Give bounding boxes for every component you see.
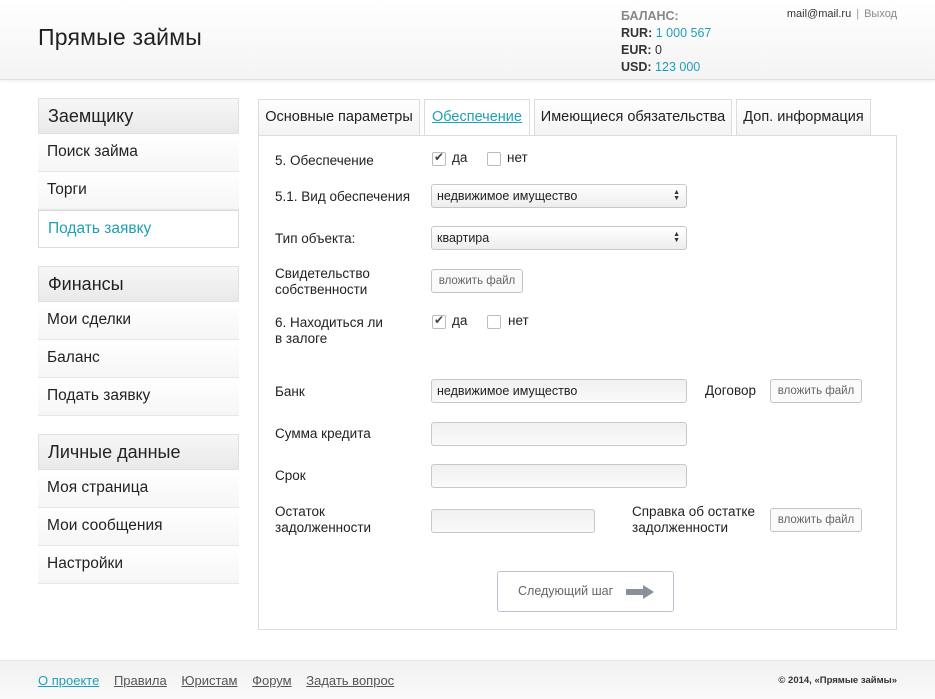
security-type-label: 5.1. Вид обеспечения	[275, 189, 411, 204]
sidebar-group-finance: Финансы Мои сделки Баланс Подать заявку	[38, 266, 239, 416]
copyright: © 2014, «Прямые займы»	[778, 675, 897, 686]
user-bar: mail@mail.ru | Выход	[787, 8, 897, 20]
sidebar-group-borrower: Заемщику Поиск займа Торги Подать заявку	[38, 98, 239, 248]
pledge-yes-checkbox[interactable]	[432, 313, 446, 329]
sidebar-group-personal: Личные данные Моя страница Мои сообщения…	[38, 434, 239, 584]
credit-sum-input[interactable]	[431, 422, 687, 446]
certificate-label: Свидетельство собственности	[275, 266, 370, 297]
balance-title: БАЛАНС:	[621, 9, 679, 23]
pledge-no-label: нет	[508, 313, 529, 328]
balance-rur-amount: 1 000 567	[655, 26, 712, 40]
pledge-yes-label: да	[452, 313, 468, 328]
security-yes-label: да	[452, 150, 468, 165]
sidebar-item-loan-search[interactable]: Поиск займа	[38, 134, 239, 172]
sidebar: Заемщику Поиск займа Торги Подать заявку…	[38, 98, 239, 602]
contract-attach-button[interactable]: вложить файл	[770, 379, 862, 403]
footer-link-ask-question[interactable]: Задать вопрос	[306, 673, 394, 688]
footer-links: О проекте Правила Юристам Форум Задать в…	[38, 673, 405, 688]
term-input[interactable]	[431, 464, 687, 488]
object-type-select[interactable]: квартира ▲ ▼	[431, 226, 687, 250]
sidebar-item-submit-application-2[interactable]: Подать заявку	[38, 378, 239, 416]
footer-link-forum[interactable]: Форум	[252, 673, 292, 688]
security-no-label: нет	[507, 150, 528, 165]
sidebar-item-submit-application[interactable]: Подать заявку	[38, 210, 239, 248]
logout-link[interactable]: Выход	[864, 8, 897, 20]
user-email[interactable]: mail@mail.ru	[787, 8, 851, 20]
tab-existing-obligations[interactable]: Имеющиеся обязательства	[534, 99, 732, 136]
balance-usd: USD: 123 000	[621, 60, 701, 74]
tab-additional-info[interactable]: Доп. информация	[736, 99, 871, 136]
security-type-select[interactable]: недвижимое имущество ▲ ▼	[431, 184, 687, 208]
debt-certificate-label: Справка об остатке задолженности	[632, 504, 755, 535]
sidebar-item-auctions[interactable]: Торги	[38, 172, 239, 210]
debt-certificate-attach-button[interactable]: вложить файл	[770, 508, 862, 532]
sidebar-heading: Личные данные	[38, 434, 239, 470]
security-form-panel: 5. Обеспечение да нет 5.1. Вид обеспечен…	[258, 135, 897, 630]
next-step-label: Следующий шаг	[518, 584, 614, 598]
security-yes-checkbox[interactable]	[432, 150, 446, 166]
sidebar-item-my-page[interactable]: Моя страница	[38, 470, 239, 508]
select-arrows-icon: ▲ ▼	[673, 189, 680, 202]
balance-usd-amount: 123 000	[655, 60, 701, 74]
tab-security[interactable]: Обеспечение	[424, 99, 530, 137]
sidebar-heading: Финансы	[38, 266, 239, 302]
tab-main-parameters[interactable]: Основные параметры	[258, 99, 420, 136]
balance-rur: RUR: 1 000 567	[621, 26, 712, 40]
sidebar-item-settings[interactable]: Настройки	[38, 546, 239, 584]
term-label: Срок	[275, 468, 306, 483]
site-logo[interactable]: Прямые займы	[38, 24, 202, 51]
bank-input[interactable]: недвижимое имущество	[431, 379, 687, 403]
credit-sum-label: Сумма кредита	[275, 426, 371, 441]
pledge-no-checkbox[interactable]	[487, 315, 501, 329]
sidebar-heading: Заемщику	[38, 98, 239, 134]
balance-eur: EUR: 0	[621, 43, 662, 57]
header: Прямые займы БАЛАНС: RUR: 1 000 567 EUR:…	[0, 0, 935, 80]
footer-link-lawyers[interactable]: Юристам	[181, 673, 237, 688]
footer: О проекте Правила Юристам Форум Задать в…	[0, 660, 935, 699]
balance-eur-amount: 0	[655, 43, 662, 57]
arrow-right-icon	[626, 585, 654, 599]
sidebar-item-my-deals[interactable]: Мои сделки	[38, 302, 239, 340]
debt-remainder-label: Остаток задолженности	[275, 504, 372, 535]
footer-link-rules[interactable]: Правила	[114, 673, 167, 688]
balance-panel: БАЛАНС: RUR: 1 000 567 EUR: 0 USD: 123 0…	[621, 8, 711, 76]
security-type-value: недвижимое имущество	[437, 189, 578, 203]
object-type-value: квартира	[437, 231, 490, 245]
footer-link-about[interactable]: О проекте	[38, 673, 99, 688]
certificate-attach-button[interactable]: вложить файл	[431, 269, 523, 293]
user-bar-separator: |	[856, 8, 860, 20]
object-type-label: Тип объекта:	[275, 231, 356, 246]
select-arrows-icon: ▲ ▼	[673, 231, 680, 244]
sidebar-item-my-messages[interactable]: Мои сообщения	[38, 508, 239, 546]
sidebar-item-balance[interactable]: Баланс	[38, 340, 239, 378]
pledge-label: 6. Находиться ли в залоге	[275, 315, 383, 346]
next-step-button[interactable]: Следующий шаг	[497, 571, 674, 612]
security-no-checkbox[interactable]	[487, 152, 501, 166]
contract-label: Договор	[705, 383, 756, 398]
debt-remainder-input[interactable]	[431, 509, 595, 533]
bank-label: Банк	[275, 384, 305, 399]
security-label: 5. Обеспечение	[275, 153, 374, 168]
